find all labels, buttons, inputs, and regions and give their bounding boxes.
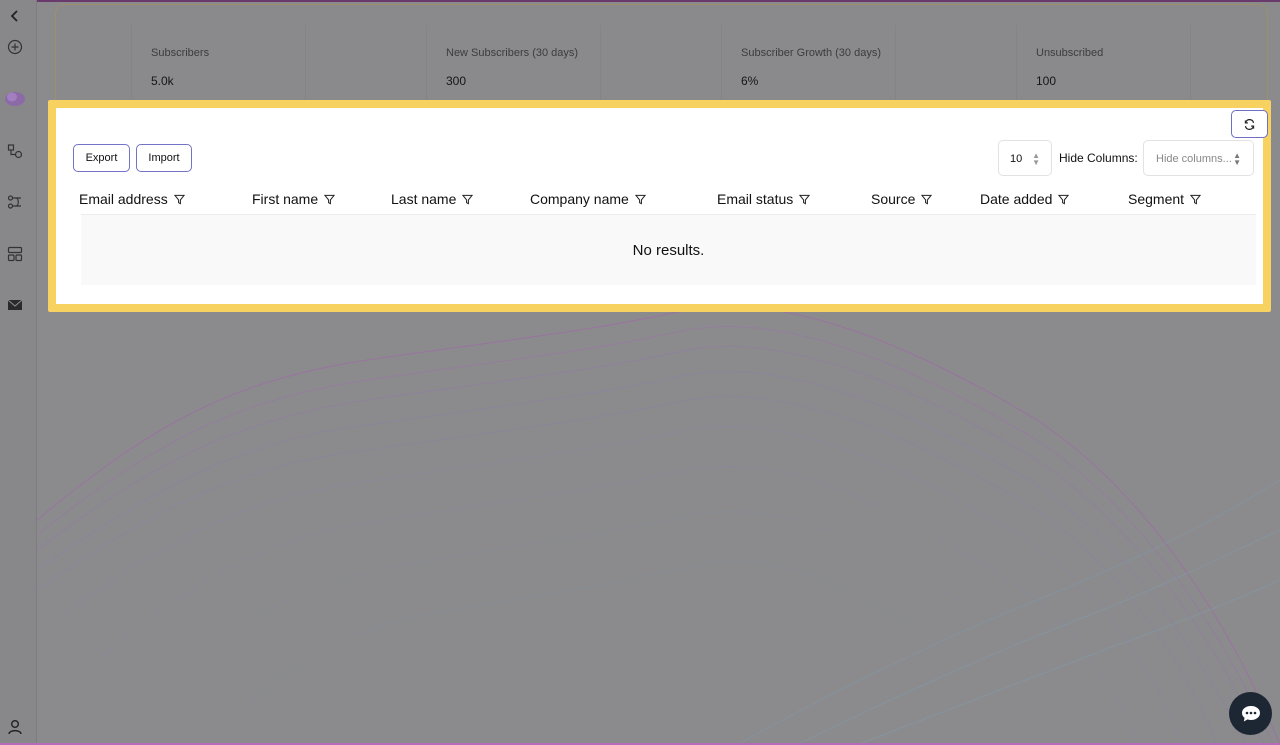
column-header-label: Email address (79, 191, 168, 207)
empty-results-row: No results. (81, 215, 1256, 285)
automation-icon[interactable] (6, 193, 24, 211)
column-header-label: Company name (530, 191, 629, 207)
filter-icon[interactable] (462, 194, 474, 205)
column-header-date-added[interactable]: Date added (980, 191, 1070, 207)
filter-icon[interactable] (324, 194, 336, 205)
refresh-icon (1244, 118, 1255, 130)
mail-icon[interactable] (6, 296, 24, 314)
filter-icon[interactable] (921, 194, 933, 205)
column-header-label: First name (252, 191, 319, 207)
user-icon[interactable] (6, 718, 24, 736)
stat-unsubscribed: Unsubscribed 100 (1016, 25, 1191, 103)
updown-chevron-icon: ▲ ▼ (1233, 151, 1241, 167)
column-header-segment[interactable]: Segment (1128, 191, 1202, 207)
sidebar (0, 0, 37, 745)
workflow-icon[interactable] (6, 142, 24, 160)
cloud-icon[interactable] (4, 88, 26, 110)
stat-subscriber-growth: Subscriber Growth (30 days) 6% (721, 25, 896, 103)
column-header-label: Source (871, 191, 916, 207)
subscribers-table-panel: Export Import 10 ▲ ▼ Hide Columns: Hide c… (56, 108, 1268, 304)
add-circle-icon[interactable] (6, 38, 24, 56)
page-size-select[interactable]: 10 ▲ ▼ (998, 140, 1052, 176)
column-header-last-name[interactable]: Last name (391, 191, 474, 207)
stat-value: 6% (741, 74, 759, 88)
column-header-first-name[interactable]: First name (252, 191, 336, 207)
stat-new-subscribers: New Subscribers (30 days) 300 (426, 25, 601, 103)
refresh-button[interactable] (1231, 110, 1268, 138)
filter-icon[interactable] (1190, 194, 1202, 205)
stat-value: 100 (1036, 74, 1057, 88)
stat-label: Unsubscribed (1036, 47, 1104, 59)
chat-icon (1241, 705, 1260, 721)
chat-button[interactable] (1229, 692, 1272, 735)
export-button[interactable]: Export (73, 144, 130, 172)
filter-icon[interactable] (173, 194, 185, 205)
column-header-label: Date added (980, 191, 1053, 207)
stat-label: Subscribers (151, 47, 210, 59)
templates-icon[interactable] (6, 245, 24, 263)
filter-icon[interactable] (799, 194, 811, 205)
page-size-value: 10 (1010, 153, 1023, 165)
stat-label: New Subscribers (30 days) (446, 47, 579, 59)
filter-icon[interactable] (634, 194, 646, 205)
collapse-chevron-icon[interactable] (6, 7, 24, 25)
column-header-label: Last name (391, 191, 457, 207)
hide-columns-placeholder: Hide columns... (1156, 153, 1232, 165)
import-button[interactable]: Import (136, 144, 192, 172)
highlighted-table-region: Export Import 10 ▲ ▼ Hide Columns: Hide c… (48, 100, 1271, 312)
column-header-label: Email status (717, 191, 794, 207)
stat-value: 5.0k (151, 74, 174, 88)
column-header-label: Segment (1128, 191, 1185, 207)
hide-columns-label: Hide Columns: (1059, 151, 1138, 165)
filter-icon[interactable] (1058, 194, 1070, 205)
column-header-company-name[interactable]: Company name (530, 191, 646, 207)
stat-value: 300 (446, 74, 467, 88)
column-header-email-address[interactable]: Email address (79, 191, 185, 207)
stat-subscribers: Subscribers 5.0k (131, 25, 306, 103)
stat-label: Subscriber Growth (30 days) (741, 47, 881, 59)
column-header-source[interactable]: Source (871, 191, 933, 207)
column-header-email-status[interactable]: Email status (717, 191, 811, 207)
updown-chevron-icon: ▲ ▼ (1032, 151, 1040, 167)
hide-columns-select[interactable]: Hide columns... ▲ ▼ (1143, 140, 1254, 176)
